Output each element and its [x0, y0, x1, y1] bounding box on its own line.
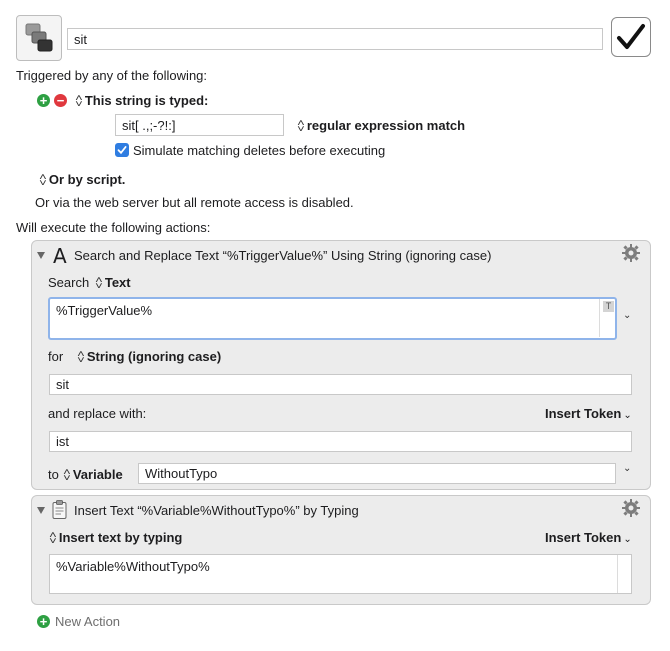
- remove-trigger-icon[interactable]: −: [54, 94, 67, 107]
- match-mode-popup[interactable]: ˄ ˅ regular expression match: [297, 117, 466, 135]
- gear-icon[interactable]: [622, 499, 640, 517]
- macro-enabled-checkbox[interactable]: [611, 17, 651, 57]
- check-icon: [117, 146, 127, 155]
- triggers-heading: Triggered by any of the following:: [16, 68, 208, 83]
- for-label: for: [48, 349, 64, 364]
- search-source-popup[interactable]: ˄ ˅ Text: [95, 274, 131, 292]
- insert-text-area[interactable]: %Variable%WithoutTypo%: [49, 554, 632, 594]
- script-trigger-label: Or by script.: [48, 172, 126, 187]
- chevron-down-icon[interactable]: ⌄: [623, 463, 631, 474]
- insert-token-menu[interactable]: Insert Token ⌄: [545, 530, 632, 545]
- for-mode-popup[interactable]: ˄ ˅ String (ignoring case): [77, 348, 222, 366]
- macro-icon[interactable]: [16, 15, 62, 61]
- updown-icon: ˄ ˅: [39, 171, 47, 189]
- search-text-value: %TriggerValue%: [56, 303, 153, 318]
- updown-icon: ˄ ˅: [77, 348, 85, 366]
- updown-icon: ˄ ˅: [95, 274, 103, 292]
- insert-token-menu[interactable]: Insert Token ⌄: [545, 406, 632, 421]
- insert-mode-popup[interactable]: ˄ ˅ Insert text by typing: [49, 529, 183, 547]
- disclosure-triangle-icon[interactable]: [37, 507, 45, 514]
- actions-heading: Will execute the following actions:: [16, 220, 211, 235]
- search-for-field[interactable]: sit: [49, 374, 632, 395]
- replace-with-field[interactable]: ist: [49, 431, 632, 452]
- text-action-icon: A: [53, 244, 67, 268]
- text-area-scrollbar[interactable]: [599, 299, 600, 337]
- for-mode-label: String (ignoring case): [86, 349, 222, 364]
- action-title: Insert Text “%Variable%WithoutTypo%” by …: [74, 503, 359, 518]
- checkmark-icon: [617, 24, 645, 49]
- insert-token-label: Insert Token: [545, 406, 622, 421]
- updown-icon: ˄ ˅: [49, 529, 57, 547]
- to-target-label: Variable: [72, 467, 123, 482]
- action-title: Search and Replace Text “%TriggerValue%”…: [74, 248, 492, 263]
- typed-trigger-label: This string is typed:: [84, 93, 209, 108]
- insert-text-action[interactable]: Insert Text “%Variable%WithoutTypo%” by …: [31, 495, 651, 605]
- new-action-button[interactable]: New Action: [55, 614, 120, 629]
- match-mode-label: regular expression match: [306, 118, 466, 133]
- gear-icon[interactable]: [622, 244, 640, 262]
- updown-icon: ˄ ˅: [63, 466, 71, 484]
- clipboard-icon: [52, 500, 67, 519]
- to-label: to: [48, 467, 59, 482]
- to-target-popup[interactable]: ˄ ˅ Variable: [63, 466, 123, 484]
- typed-trigger-popup[interactable]: ˄ ˅ This string is typed:: [75, 92, 209, 110]
- search-text-area[interactable]: %TriggerValue% T: [48, 297, 617, 340]
- updown-icon: ˄ ˅: [75, 92, 83, 110]
- web-server-note: Or via the web server but all remote acc…: [35, 195, 354, 210]
- simulate-deletes-checkbox[interactable]: [115, 143, 129, 157]
- variable-name-field[interactable]: WithoutTypo: [138, 463, 616, 484]
- add-trigger-icon[interactable]: +: [37, 94, 50, 107]
- new-action-icon[interactable]: +: [37, 615, 50, 628]
- search-label: Search: [48, 275, 90, 290]
- insert-text-value: %Variable%WithoutTypo%: [56, 559, 210, 574]
- search-replace-action[interactable]: A Search and Replace Text “%TriggerValue…: [31, 240, 651, 490]
- script-trigger-popup[interactable]: ˄ ˅ Or by script.: [39, 171, 126, 189]
- insert-mode-label: Insert text by typing: [58, 530, 183, 545]
- replace-label: and replace with:: [48, 406, 147, 421]
- search-source-label: Text: [104, 275, 131, 290]
- chevron-down-icon[interactable]: ⌄: [623, 310, 631, 321]
- chevron-down-icon: ⌄: [623, 534, 632, 545]
- typed-string-field[interactable]: sit[ .,;-?!:]: [115, 114, 284, 136]
- text-area-scrollbar[interactable]: [617, 555, 618, 593]
- macro-name-field[interactable]: sit: [67, 28, 603, 50]
- updown-icon: ˄ ˅: [297, 117, 305, 135]
- disclosure-triangle-icon[interactable]: [37, 252, 45, 259]
- insert-token-label: Insert Token: [545, 530, 622, 545]
- chevron-down-icon: ⌄: [623, 410, 632, 421]
- text-token-badge[interactable]: T: [603, 301, 614, 312]
- simulate-deletes-label: Simulate matching deletes before executi…: [133, 143, 386, 158]
